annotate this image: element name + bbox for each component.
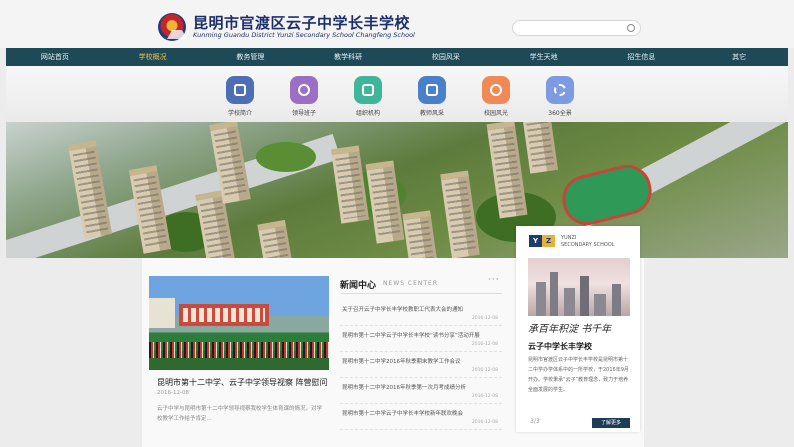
nav-item-enrollment[interactable]: 招生信息: [593, 48, 691, 66]
promo-en-line2: SECONDARY SCHOOL: [561, 242, 615, 248]
promo-page-number: 3/3: [530, 418, 540, 425]
news-item-title: 昆明市第十二中学云子中学长丰学校新年联欢晚会: [342, 411, 464, 417]
panorama-360-icon: [546, 76, 574, 104]
nav-item-academic-affairs[interactable]: 教务管理: [202, 48, 300, 66]
skyscraper: [550, 272, 558, 316]
skyscraper: [580, 276, 589, 316]
promo-text: 昆明市官渡区云子中学长丰学校是昆明市第十二中学办学体系中的一所学校，于2016年…: [528, 357, 629, 393]
quick-link-label: 领导班子: [291, 110, 316, 117]
featured-news-date: 2016-12-08: [157, 390, 189, 396]
news-item-date: 2016-12-08: [471, 368, 498, 373]
building: [365, 160, 405, 244]
quick-link-organization[interactable]: 组织机构: [348, 76, 388, 117]
nav-item-about[interactable]: 学校概况: [104, 48, 202, 66]
quick-link-campus[interactable]: 校园风光: [476, 76, 516, 117]
news-list-item[interactable]: 昆明市第十二中学2016年秋季第一次月考成绩分析 2016-12-08: [340, 378, 502, 404]
site-header: 昆明市官渡区云子中学长丰学校 Kunming Guandu District Y…: [0, 0, 794, 48]
school-name-en: Kunming Guandu District Yunzi Secondary …: [193, 31, 415, 39]
news-list-item[interactable]: 昆明市第十二中学2016年秋季期末教学工作会议 2016-12-08: [340, 352, 502, 378]
building: [330, 145, 370, 224]
promo-en-line1: YUNZI: [561, 235, 577, 241]
people-icon: [290, 76, 318, 104]
news-item-title: 关于召开云子中学长丰学校教职工代表大会的通知: [342, 307, 464, 313]
sports-field: [557, 159, 657, 231]
news-item-date: 2016-12-08: [471, 316, 498, 321]
search-input[interactable]: [521, 23, 621, 34]
building: [521, 122, 559, 174]
school-logo[interactable]: [158, 13, 187, 41]
quick-link-teachers[interactable]: 教师风采: [412, 76, 452, 117]
yz-logo-y: Y: [529, 235, 542, 247]
quick-link-panorama[interactable]: 360全景: [540, 76, 580, 117]
yz-logo: Y Z: [529, 235, 555, 247]
news-more-link[interactable]: ···: [488, 275, 500, 285]
news-item-date: 2016-12-08: [471, 420, 498, 425]
news-item-date: 2016-12-08: [471, 342, 498, 347]
news-item-title: 昆明市第十二中学2016年秋季第一次月考成绩分析: [342, 385, 466, 391]
featured-news-summary: 云子中学与昆明市第十二中学领导视察我校学生体育课的情况，对学校教学工作给予肯定.…: [157, 406, 323, 422]
quick-link-label: 360全景: [548, 110, 572, 117]
quick-link-school-intro[interactable]: 学校简介: [220, 76, 260, 117]
building: [402, 210, 438, 258]
org-chart-icon: [354, 76, 382, 104]
learn-more-button[interactable]: 了解更多: [592, 418, 630, 428]
promo-city-image: [528, 258, 630, 316]
building-icon: [226, 76, 254, 104]
featured-news-title[interactable]: 昆明市第十二中学、云子中学领导视察 阵营慰问...: [157, 377, 327, 388]
nav-item-campus-style[interactable]: 校园风采: [397, 48, 495, 66]
search-icon[interactable]: [627, 24, 635, 32]
search-box: [512, 20, 641, 36]
building: [257, 219, 293, 258]
campus-icon: [482, 76, 510, 104]
news-item-date: 2016-12-08: [471, 394, 498, 399]
news-item-title: 昆明市第十二中学2016年秋季期末教学工作会议: [342, 359, 461, 365]
photo-building: [149, 298, 175, 328]
tree-cluster: [256, 142, 316, 172]
quick-link-label: 校园风光: [483, 110, 508, 117]
news-list-item[interactable]: 昆明市第十二中学云子中学长丰学校新年联欢晚会 2016-12-08: [340, 404, 502, 430]
school-name-cn[interactable]: 昆明市官渡区云子中学长丰学校: [193, 12, 410, 33]
photo-students: [149, 342, 329, 358]
nav-item-teaching-research[interactable]: 教学科研: [299, 48, 397, 66]
news-center-heading: 新闻中心: [340, 281, 377, 291]
skyscraper: [564, 288, 575, 316]
nav-item-other[interactable]: 其它: [690, 48, 788, 66]
yz-logo-z: Z: [542, 235, 555, 247]
quick-link-label: 组织机构: [355, 110, 380, 117]
promo-title: 云子中学长丰学校: [528, 342, 592, 351]
building: [440, 170, 480, 258]
featured-news-photo[interactable]: [149, 276, 329, 370]
nav-item-home[interactable]: 网站首页: [6, 48, 104, 66]
skyscraper: [536, 282, 546, 316]
skyscraper: [612, 284, 621, 316]
quick-links-bar: 学校简介 领导班子 组织机构 教师风采 校园风光 360全景: [6, 66, 788, 122]
quick-link-leadership[interactable]: 领导班子: [284, 76, 324, 117]
news-divider: [340, 293, 502, 294]
quick-link-label: 教师风采: [419, 110, 444, 117]
skyscraper: [594, 294, 606, 316]
photo-building: [179, 304, 269, 326]
promo-slogan: 承百年积淀 书千年: [528, 324, 612, 335]
quick-link-label: 学校简介: [227, 110, 252, 117]
teacher-icon: [418, 76, 446, 104]
news-item-title: 昆明市第十二中学云子中学长丰学校“读书分享”活动开展: [342, 333, 480, 339]
main-nav: 网站首页 学校概况 教务管理 教学科研 校园风采 学生天地 招生信息 其它: [6, 48, 788, 66]
news-list-item[interactable]: 昆明市第十二中学云子中学长丰学校“读书分享”活动开展 2016-12-08: [340, 326, 502, 352]
campus-aerial-banner: [6, 122, 788, 258]
news-list-item[interactable]: 关于召开云子中学长丰学校教职工代表大会的通知 2016-12-08: [340, 300, 502, 326]
nav-item-student-world[interactable]: 学生天地: [495, 48, 593, 66]
news-center-heading-en: NEWS CENTER: [383, 280, 439, 287]
